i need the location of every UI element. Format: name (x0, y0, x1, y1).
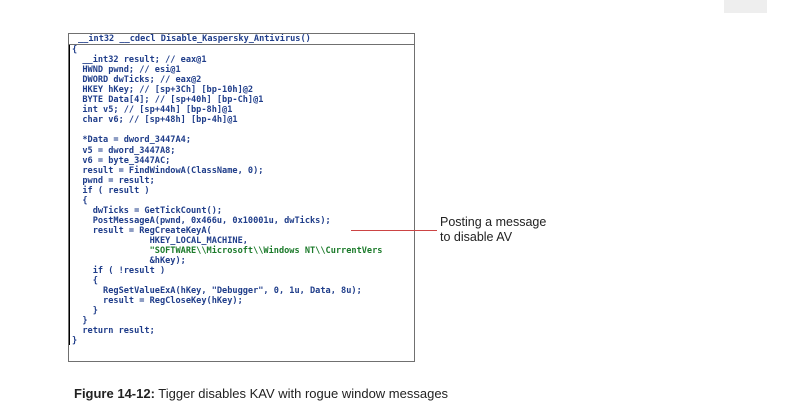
code-line: PostMessageA(pwnd, 0x466u, 0x10001u, dwT… (72, 215, 331, 226)
code-line: BYTE Data[4]; // [sp+40h] [bp-Ch]@1 (72, 95, 264, 106)
code-line: } (72, 306, 98, 317)
code-line: if ( result ) (72, 185, 150, 196)
code-line: __int32 result; // eax@1 (72, 55, 207, 66)
corner-tab (724, 0, 767, 13)
code-line: if ( !result ) (72, 266, 166, 277)
code-line: HWND pwnd; // esi@1 (72, 65, 181, 76)
function-signature: __int32 __cdecl Disable_Kaspersky_Antivi… (78, 34, 311, 44)
code-line: result = RegCreateKeyA( (72, 225, 212, 236)
code-line: RegSetValueExA(hKey, "Debugger", 0, 1u, … (72, 286, 362, 297)
code-line: "SOFTWARE\\Microsoft\\Windows NT\\Curren… (72, 246, 383, 256)
callout-leader-line (351, 230, 437, 231)
code-line: result = RegCloseKey(hKey); (72, 296, 243, 307)
code-listing-frame: __int32 __cdecl Disable_Kaspersky_Antivi… (68, 33, 415, 362)
callout-line-1: Posting a message (440, 215, 547, 229)
code-line: &hKey); (72, 256, 186, 267)
code-line: HKEY_LOCAL_MACHINE, (72, 235, 248, 246)
code-listing: __int32 __cdecl Disable_Kaspersky_Antivi… (69, 34, 414, 361)
figure-caption-text: Tigger disables KAV with rogue window me… (154, 386, 449, 401)
code-line: return result; (72, 326, 155, 337)
code-line: pwnd = result; (72, 175, 155, 186)
code-line: v6 = byte_3447AC; (72, 155, 171, 166)
code-line: dwTicks = GetTickCount(); (72, 205, 223, 216)
code-line: char v6; // [sp+48h] [bp-4h]@1 (72, 115, 238, 126)
code-line: { (72, 195, 88, 206)
code-line: result = FindWindowA(ClassName, 0); (72, 165, 264, 176)
code-line: int v5; // [sp+44h] [bp-8h]@1 (72, 105, 233, 116)
function-signature-bar: __int32 __cdecl Disable_Kaspersky_Antivi… (69, 34, 414, 45)
code-line: v5 = dword_3447A8; (72, 145, 176, 156)
code-line: DWORD dwTicks; // eax@2 (72, 75, 202, 86)
figure-caption: Figure 14-12: Tigger disables KAV with r… (74, 386, 448, 401)
code-line: HKEY hKey; // [sp+3Ch] [bp-10h]@2 (72, 85, 254, 96)
code-line: *Data = dword_3447A4; (72, 135, 191, 146)
callout-line-2: to disable AV (440, 230, 513, 244)
document-page: __int32 __cdecl Disable_Kaspersky_Antivi… (0, 0, 797, 413)
callout-annotation: Posting a message to disable AV (440, 215, 546, 245)
figure-label: Figure 14-12: (74, 386, 155, 401)
code-line: } (72, 316, 88, 327)
code-line: { (72, 276, 98, 287)
block-bracket (69, 45, 73, 345)
